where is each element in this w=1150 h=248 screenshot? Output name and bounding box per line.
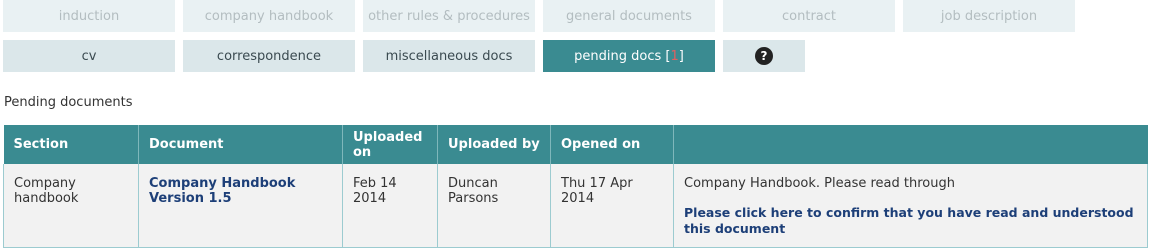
- cell-section: Company handbook: [3, 163, 139, 248]
- column-header-uploaded-on: Uploaded on: [342, 125, 438, 164]
- column-header-section: Section: [3, 125, 139, 164]
- page-title: Pending documents: [4, 95, 133, 110]
- column-header-document: Document: [138, 125, 343, 164]
- tab-other-rules-procedures[interactable]: other rules & procedures: [363, 0, 535, 32]
- tab-miscellaneous-docs[interactable]: miscellaneous docs: [363, 40, 535, 72]
- tab-correspondence[interactable]: correspondence: [183, 40, 355, 72]
- tab-label: job description: [940, 8, 1038, 24]
- cell-opened-on: Thu 17 Apr 2014: [550, 163, 674, 248]
- cell-uploaded-on: Feb 14 2014: [342, 163, 438, 248]
- document-note: Company Handbook. Please read through: [684, 175, 955, 191]
- column-header-uploaded-by: Uploaded by: [437, 125, 551, 164]
- tab-label: company handbook: [204, 8, 334, 24]
- tab-label: cv: [81, 48, 97, 64]
- cell-actions: Company Handbook. Please read through Pl…: [673, 163, 1148, 248]
- tab-label: miscellaneous docs: [385, 48, 513, 64]
- pending-count: 1: [670, 48, 679, 64]
- column-header-actions: [673, 125, 1148, 164]
- question-circle-icon: ?: [755, 47, 773, 65]
- column-header-opened-on: Opened on: [550, 125, 674, 164]
- help-button[interactable]: ?: [723, 40, 805, 72]
- tab-contract[interactable]: contract: [723, 0, 895, 32]
- tab-induction[interactable]: induction: [3, 0, 175, 32]
- cell-uploaded-by: Duncan Parsons: [437, 163, 551, 248]
- tab-label: other rules & procedures: [368, 8, 530, 24]
- table-row: Company handbook Company Handbook Versio…: [3, 163, 1148, 248]
- confirm-read-link[interactable]: Please click here to confirm that you ha…: [684, 205, 1134, 236]
- tab-job-description[interactable]: job description: [903, 0, 1075, 32]
- table-header-row: Section Document Uploaded on Uploaded by…: [3, 125, 1148, 164]
- tab-label: induction: [58, 8, 120, 24]
- document-link[interactable]: Company Handbook Version 1.5: [149, 176, 295, 206]
- tab-label: correspondence: [216, 48, 322, 64]
- tab-label: general documents: [566, 8, 692, 24]
- tab-company-handbook[interactable]: company handbook: [183, 0, 355, 32]
- cell-document: Company Handbook Version 1.5: [138, 163, 343, 248]
- pending-documents-table: Section Document Uploaded on Uploaded by…: [3, 125, 1148, 248]
- tab-label: contract: [782, 8, 836, 24]
- tab-label: pending docs: [574, 48, 662, 64]
- tab-pending-docs[interactable]: pending docs [1]: [543, 40, 715, 72]
- tab-general-documents[interactable]: general documents: [543, 0, 715, 32]
- pending-count-close: ]: [678, 48, 684, 64]
- tab-cv[interactable]: cv: [3, 40, 175, 72]
